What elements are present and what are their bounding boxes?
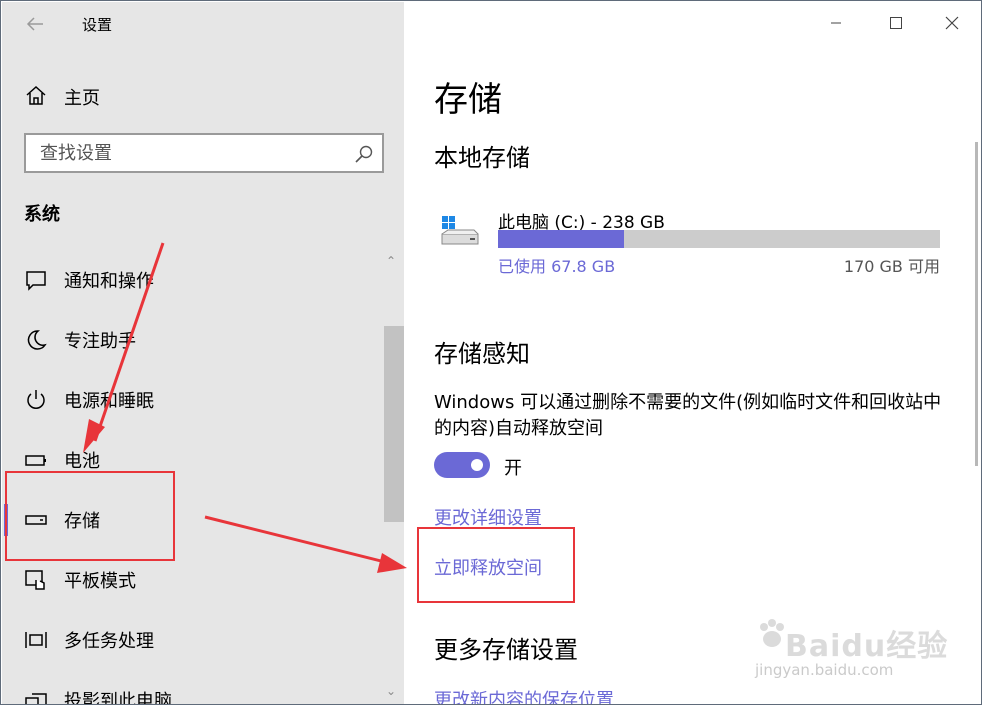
drive-icon — [441, 216, 479, 245]
sidebar-item-label: 通知和操作 — [64, 271, 154, 292]
search-icon[interactable] — [354, 144, 374, 164]
scroll-down-arrow-icon[interactable]: ⌄ — [386, 684, 396, 698]
sidebar-item-label: 电源和睡眠 — [64, 391, 154, 412]
highlight-box-free-space — [417, 527, 575, 603]
sidebar-item-label: 主页 — [64, 88, 100, 109]
used-space-label: 已使用 67.8 GB — [498, 257, 616, 276]
notification-icon — [26, 271, 46, 291]
sidebar-item-notifications[interactable]: 通知和操作 — [2, 250, 382, 310]
maximize-icon — [890, 17, 902, 29]
watermark: Baidu经验 jingyan.baidu.com — [755, 613, 947, 685]
change-save-location-link[interactable]: 更改新内容的保存位置 — [434, 686, 614, 704]
highlight-box-storage — [5, 471, 175, 561]
free-space-label: 170 GB 可用 — [843, 257, 940, 276]
sidebar-item-focus-assist[interactable]: 专注助手 — [2, 310, 382, 370]
sidebar-item-label: 多任务处理 — [64, 631, 154, 652]
window-title: 设置 — [82, 16, 113, 34]
storage-sense-heading: 存储感知 — [434, 340, 530, 368]
maximize-button[interactable] — [876, 8, 916, 38]
tablet-mode-icon — [25, 570, 45, 590]
more-storage-heading: 更多存储设置 — [434, 636, 578, 664]
search-input[interactable] — [26, 135, 346, 171]
page-title: 存储 — [434, 80, 502, 120]
storage-sense-toggle[interactable] — [434, 452, 490, 478]
back-button[interactable] — [20, 10, 50, 38]
close-icon — [945, 16, 959, 30]
multitasking-icon — [25, 632, 47, 648]
sidebar-item-label: 电池 — [64, 451, 100, 472]
storage-usage-bar[interactable] — [498, 230, 940, 248]
sidebar-item-project[interactable]: 投影到此电脑 — [2, 670, 382, 705]
sidebar-item-label: 平板模式 — [64, 571, 136, 592]
project-icon — [25, 693, 47, 704]
minimize-button[interactable] — [816, 8, 856, 38]
back-arrow-icon — [26, 17, 43, 31]
minimize-icon — [831, 22, 841, 24]
close-button[interactable] — [932, 8, 972, 38]
storage-sense-description: Windows 可以通过删除不需要的文件(例如临时文件和回收站中的内容)自动释放… — [434, 392, 942, 439]
scroll-up-arrow-icon[interactable]: ⌃ — [386, 254, 396, 268]
storage-usage-fill — [498, 230, 624, 248]
sidebar-item-home[interactable]: 主页 — [2, 76, 404, 116]
sidebar-item-label: 投影到此电脑 — [64, 691, 172, 705]
home-icon — [26, 85, 46, 105]
content-scrollbar[interactable] — [975, 142, 978, 466]
battery-icon — [25, 455, 46, 466]
section-title: 系统 — [24, 204, 60, 225]
toggle-knob — [471, 459, 483, 471]
watermark-brand: Baidu经验 — [785, 629, 949, 664]
sidebar-item-power-sleep[interactable]: 电源和睡眠 — [2, 370, 382, 430]
sidebar-scrollbar-thumb[interactable] — [384, 326, 404, 522]
sidebar-item-multitasking[interactable]: 多任务处理 — [2, 610, 382, 670]
paw-logo-icon — [760, 619, 784, 647]
sidebar: 设置 主页 系统 通知和操作 专注助手 电源和睡眠 电池 — [2, 2, 404, 705]
local-storage-heading: 本地存储 — [434, 144, 530, 172]
moon-icon — [27, 330, 47, 350]
watermark-url: jingyan.baidu.com — [755, 661, 894, 679]
search-box[interactable] — [24, 133, 384, 173]
toggle-state-label: 开 — [504, 458, 522, 479]
sidebar-item-label: 专注助手 — [64, 331, 136, 352]
settings-window: 设置 主页 系统 通知和操作 专注助手 电源和睡眠 电池 — [0, 0, 982, 705]
power-icon — [27, 390, 45, 409]
